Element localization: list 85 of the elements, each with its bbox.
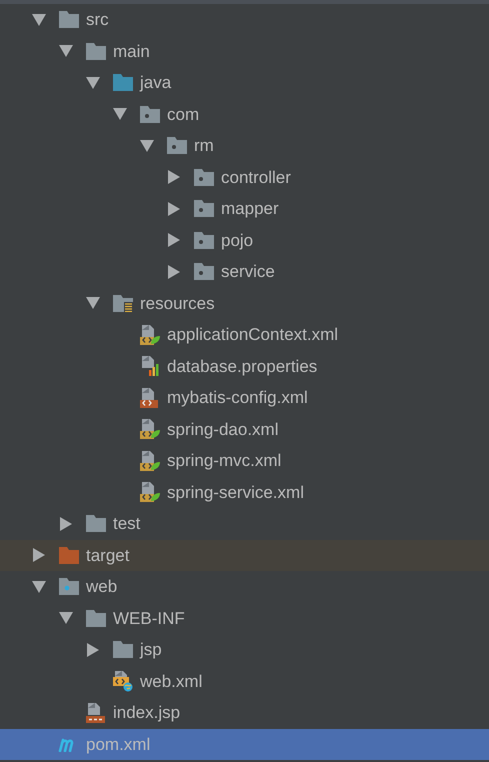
folder-icon <box>86 610 106 627</box>
tree-row[interactable]: WEB-INF <box>0 602 489 634</box>
tree-item-label: pom.xml <box>86 734 150 756</box>
expand-arrow-icon[interactable] <box>168 170 180 184</box>
collapse-arrow-icon[interactable] <box>86 76 100 89</box>
package-icon <box>167 137 187 154</box>
tree-item-label: jsp <box>140 639 162 661</box>
tree-item-label: mybatis-config.xml <box>167 387 308 409</box>
tree-row[interactable]: com <box>0 98 489 130</box>
tree-item-label: main <box>113 40 150 62</box>
folder-icon <box>113 641 133 658</box>
tree-row[interactable]: web <box>0 571 489 602</box>
tree-row[interactable]: spring-dao.xml <box>0 414 489 445</box>
tree-item-label: test <box>113 513 140 535</box>
jsp-file-icon <box>85 702 107 724</box>
folder-icon <box>86 42 106 60</box>
tree-row[interactable]: index.jsp <box>0 697 489 728</box>
tree-row[interactable]: mapper <box>0 193 489 224</box>
expand-arrow-icon[interactable] <box>168 233 180 248</box>
tree-row[interactable]: service <box>0 256 489 288</box>
collapse-arrow-icon[interactable] <box>32 14 46 26</box>
expand-arrow-icon[interactable] <box>168 202 180 216</box>
tree-row[interactable]: spring-mvc.xml <box>0 445 489 476</box>
folder-icon <box>113 294 133 312</box>
collapse-arrow-icon[interactable] <box>32 580 46 593</box>
spring-file-icon <box>139 324 161 346</box>
properties-file-icon <box>139 355 161 378</box>
tree-item-label: spring-service.xml <box>167 482 304 504</box>
expand-arrow-icon[interactable] <box>60 516 72 531</box>
package-icon <box>194 200 214 218</box>
tree-row[interactable]: web.xml <box>0 666 489 697</box>
tree-row[interactable]: rm <box>0 130 489 162</box>
tree-item-label: mapper <box>221 198 279 220</box>
collapse-arrow-icon[interactable] <box>59 45 73 58</box>
tree-item-label: pojo <box>221 230 254 252</box>
package-icon <box>194 263 214 280</box>
expand-arrow-icon[interactable] <box>168 264 180 279</box>
folder-icon <box>59 578 79 596</box>
expand-arrow-icon[interactable] <box>33 548 45 562</box>
tree-item-label: service <box>221 261 275 283</box>
tree-item-label: com <box>167 104 200 126</box>
tree-item-label: java <box>140 72 172 94</box>
tree-row[interactable]: java <box>0 67 489 98</box>
tree-item-label: index.jsp <box>113 702 180 724</box>
tree-item-label: rm <box>194 135 214 157</box>
tree-item-label: target <box>86 544 130 566</box>
folder-icon <box>59 546 79 564</box>
tree-row[interactable]: database.properties <box>0 350 489 382</box>
tree-item-label: applicationContext.xml <box>167 324 338 346</box>
tree-item-label: resources <box>140 292 215 314</box>
tree-row[interactable]: applicationContext.xml <box>0 319 489 350</box>
folder-icon <box>113 74 133 92</box>
collapse-arrow-icon[interactable] <box>59 612 73 624</box>
spring-file-icon <box>139 418 161 440</box>
tree-row[interactable]: test <box>0 508 489 540</box>
tree-item-label: WEB-INF <box>113 608 185 630</box>
collapse-arrow-icon[interactable] <box>140 140 154 152</box>
collapse-arrow-icon[interactable] <box>113 108 127 120</box>
web-file-icon <box>112 670 134 692</box>
package-icon <box>140 106 160 123</box>
package-icon <box>194 232 214 249</box>
tree-item-label: spring-mvc.xml <box>167 450 282 472</box>
tree-row[interactable]: spring-service.xml <box>0 476 489 508</box>
tree-row[interactable]: main <box>0 36 489 67</box>
expand-arrow-icon[interactable] <box>87 642 99 657</box>
tree-row[interactable]: src <box>0 4 489 36</box>
tree-row[interactable]: controller <box>0 162 489 193</box>
tree-row[interactable]: mybatis-config.xml <box>0 382 489 414</box>
tree-row[interactable]: target <box>0 540 489 571</box>
spring-file-icon <box>139 481 161 504</box>
tree-row[interactable]: resources <box>0 288 489 319</box>
tree-item-label: controller <box>221 166 291 188</box>
spring-file-icon <box>139 450 161 472</box>
tree-item-label: web <box>86 576 118 598</box>
collapse-arrow-icon[interactable] <box>86 297 100 310</box>
tree-item-label: src <box>86 9 109 31</box>
tree-item-label: web.xml <box>140 670 202 692</box>
folder-icon <box>59 11 79 28</box>
tree-item-label: spring-dao.xml <box>167 418 278 440</box>
tree-row[interactable]: pojo <box>0 224 489 256</box>
tree-item-label: database.properties <box>167 356 318 378</box>
xml-file-icon <box>139 386 161 409</box>
folder-icon <box>86 515 106 532</box>
package-icon <box>194 168 214 186</box>
tree-row[interactable]: jsp <box>0 634 489 666</box>
